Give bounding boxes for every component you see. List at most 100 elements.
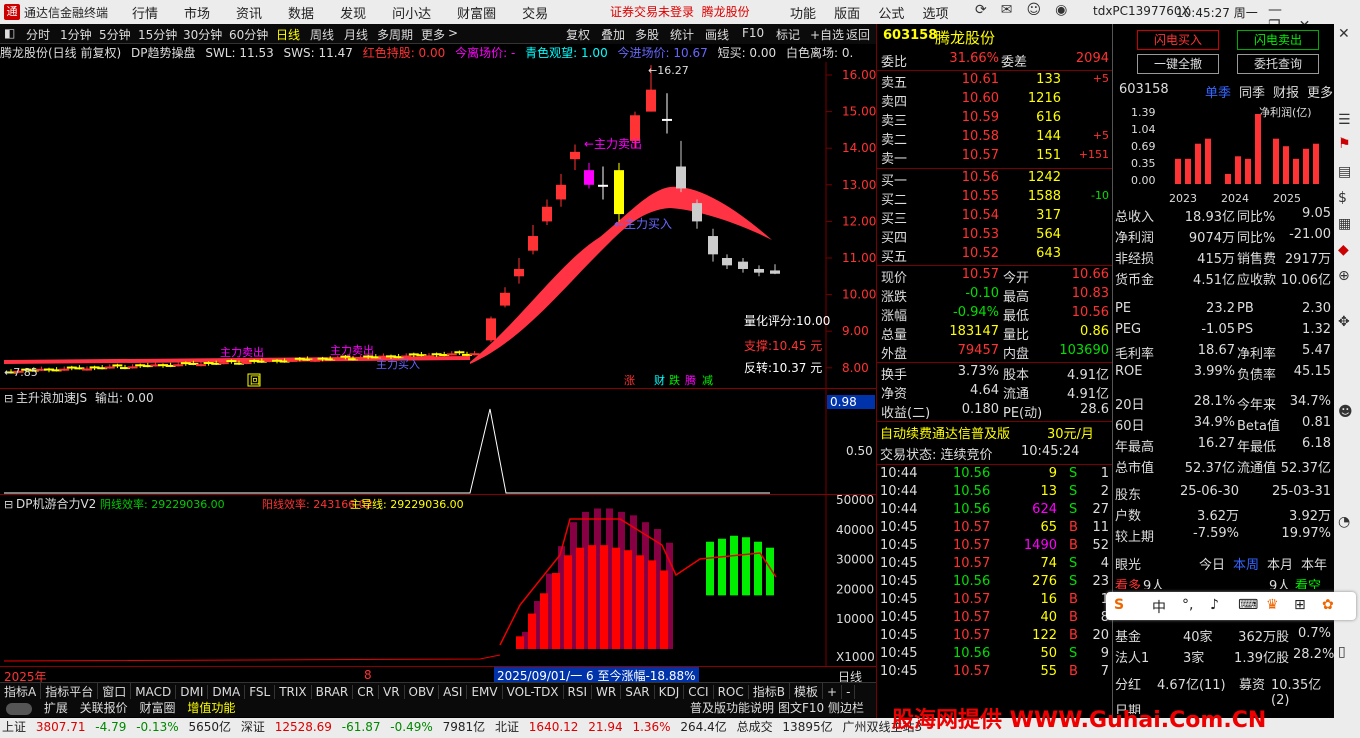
flag-icon[interactable]: ⚑ (1338, 136, 1351, 152)
tool-huaxian[interactable]: 画线 (705, 26, 729, 43)
indicator-tab[interactable]: EMV (467, 685, 503, 699)
sh-index[interactable]: 3807.71 (36, 720, 86, 734)
indicator-tab[interactable]: KDJ (655, 685, 685, 699)
doc-icon[interactable]: ▯ (1338, 644, 1346, 660)
asks-row[interactable]: 卖三 10.59 616 (877, 110, 1113, 129)
indicator-tab[interactable]: 指标平台 (41, 683, 99, 699)
dollar-icon[interactable]: $ (1338, 190, 1347, 206)
close-side-icon[interactable]: ✕ (1338, 26, 1350, 42)
tool-diejia[interactable]: 叠加 (601, 26, 625, 43)
period-fenshi[interactable]: 分时 (26, 26, 50, 43)
asks-row[interactable]: 卖四 10.60 1216 (877, 91, 1113, 110)
fin-tab[interactable]: 更多 (1307, 82, 1333, 101)
tab-zengzhi[interactable]: 增值功能 (187, 701, 235, 715)
indicator-tab[interactable]: 窗口 (98, 683, 132, 699)
sub1-toggle-icon[interactable]: ⊟ (4, 392, 13, 405)
menu-gongneng[interactable]: 功能 (790, 7, 816, 22)
eye-tab[interactable]: 今日 (1199, 554, 1225, 573)
indicator-tab[interactable]: 模板 (790, 683, 823, 699)
menu-jiaoyi[interactable]: 交易 (522, 3, 548, 22)
microphone-icon[interactable]: ♪ (1210, 597, 1219, 613)
refresh-icon[interactable]: ⟳ (975, 2, 987, 18)
indicator-tab[interactable]: CR (353, 685, 379, 699)
period-daily[interactable]: 日线 (276, 26, 300, 43)
bids-row[interactable]: 买四 10.53 564 (877, 227, 1113, 246)
indicator-tab[interactable]: VOL-TDX (503, 685, 564, 699)
palette-icon[interactable]: ✿ (1322, 597, 1334, 613)
indicator-tab[interactable]: MACD (131, 685, 177, 699)
promo-row[interactable]: 自动续费通达信普及版 30元/月 (877, 423, 1113, 442)
move-icon[interactable]: ✥ (1338, 314, 1350, 330)
fin-tab[interactable]: 单季 (1205, 82, 1231, 101)
login-notice[interactable]: 证券交易未登录 腾龙股份 (610, 3, 750, 20)
order-query-button[interactable]: 委托查询 (1237, 54, 1319, 74)
bids-row[interactable]: 买二 10.55 1588 -10 (877, 189, 1113, 208)
eye-tab[interactable]: 本年 (1301, 554, 1327, 573)
tab-caifuquan[interactable]: 财富圈 (140, 701, 176, 715)
period-1min[interactable]: 1分钟 (60, 26, 92, 43)
indicator-tab[interactable]: ROC (714, 685, 749, 699)
indicator-tab[interactable]: ASI (439, 685, 468, 699)
indicator-tab[interactable]: FSL (245, 685, 276, 699)
ime-logo-icon[interactable]: S (1114, 597, 1124, 613)
ime-punct-icon[interactable]: °, (1182, 597, 1193, 613)
indicator-tab[interactable]: - (842, 685, 856, 699)
skin-icon[interactable]: ♛ (1266, 597, 1279, 613)
tab-guanlian[interactable]: 关联报价 (80, 701, 128, 715)
kline-chart[interactable]: 16.00 15.00 14.00 13.00 12.00 11.00 10.00 9.00 8… (0, 62, 876, 388)
bids-row[interactable]: 买五 10.52 643 (877, 246, 1113, 265)
menu-banmian[interactable]: 版面 (834, 7, 860, 22)
indicator-tab[interactable]: DMA (208, 685, 246, 699)
list-icon[interactable]: ☰ (1338, 112, 1351, 128)
indicator-tab[interactable]: + (823, 685, 843, 699)
flash-sell-button[interactable]: 闪电卖出 (1237, 30, 1319, 50)
pie-icon[interactable]: ◔ (1338, 514, 1350, 530)
period-60min[interactable]: 60分钟 (229, 26, 268, 43)
tool-tongji[interactable]: 统计 (670, 26, 694, 43)
toggle-switch-icon[interactable] (6, 702, 32, 715)
bids-row[interactable]: 买一 10.56 1242 (877, 170, 1113, 189)
menu-xuanxiang[interactable]: 选项 (922, 7, 948, 22)
link-puji[interactable]: 普及版功能说明 (690, 699, 774, 716)
grid-icon[interactable]: ▦ (1338, 216, 1351, 232)
sub2-toggle-icon[interactable]: ⊟ (4, 498, 13, 511)
ime-zh[interactable]: 中 (1152, 597, 1166, 617)
fin-tab[interactable]: 同季 (1239, 82, 1265, 101)
tool-fuquan[interactable]: 复权 (566, 26, 590, 43)
indicator-tab[interactable]: 指标B (749, 683, 790, 699)
bids-row[interactable]: 买三 10.54 317 (877, 208, 1113, 227)
flash-buy-button[interactable]: 闪电买入 (1137, 30, 1219, 50)
eye-tab[interactable]: 本月 (1267, 554, 1293, 573)
indicator-tab[interactable]: WR (592, 685, 622, 699)
menu-shichang[interactable]: 市场 (184, 3, 210, 22)
indicator-tab[interactable]: TRIX (275, 685, 312, 699)
apps-grid-icon[interactable]: ⊞ (1294, 597, 1306, 613)
tool-biaoji[interactable]: 标记 (776, 26, 800, 43)
period-30min[interactable]: 30分钟 (183, 26, 222, 43)
period-multi[interactable]: 多周期 (377, 26, 413, 43)
sub2-name[interactable]: DP机游合力V2 (16, 496, 96, 511)
period-more[interactable]: 更多 (421, 26, 445, 43)
stock-name[interactable]: 腾龙股份 (935, 27, 995, 48)
menu-caifuquan[interactable]: 财富圈 (457, 3, 496, 22)
period-15min[interactable]: 15分钟 (138, 26, 177, 43)
tool-f10[interactable]: F10 (742, 26, 764, 40)
chat-icon[interactable]: ☺ (1026, 2, 1041, 18)
asks-row[interactable]: 卖一 10.57 151 +151 (877, 148, 1113, 167)
asks-row[interactable]: 卖二 10.58 144 +5 (877, 129, 1113, 148)
period-weekly[interactable]: 周线 (310, 26, 334, 43)
menu-shuju[interactable]: 数据 (288, 3, 314, 22)
indicator-tab[interactable]: 指标A (0, 683, 42, 699)
indicator-tab[interactable]: RSI (564, 685, 593, 699)
indicator-name[interactable]: DP趋势操盘 (131, 46, 195, 60)
tool-add-watch[interactable]: +自选 (810, 26, 844, 43)
diamond-icon[interactable]: ◆ (1338, 242, 1349, 258)
message-icon[interactable]: ✉ (1001, 2, 1013, 18)
keyboard-icon[interactable]: ⌨ (1238, 597, 1258, 613)
tool-duogu[interactable]: 多股 (635, 26, 659, 43)
sz-index[interactable]: 12528.69 (275, 720, 332, 734)
cancel-all-button[interactable]: 一键全撤 (1137, 54, 1219, 74)
indicator-tab[interactable]: VR (379, 685, 405, 699)
tool-back[interactable]: 返回 (846, 26, 870, 43)
menu-zixun[interactable]: 资讯 (236, 3, 262, 22)
